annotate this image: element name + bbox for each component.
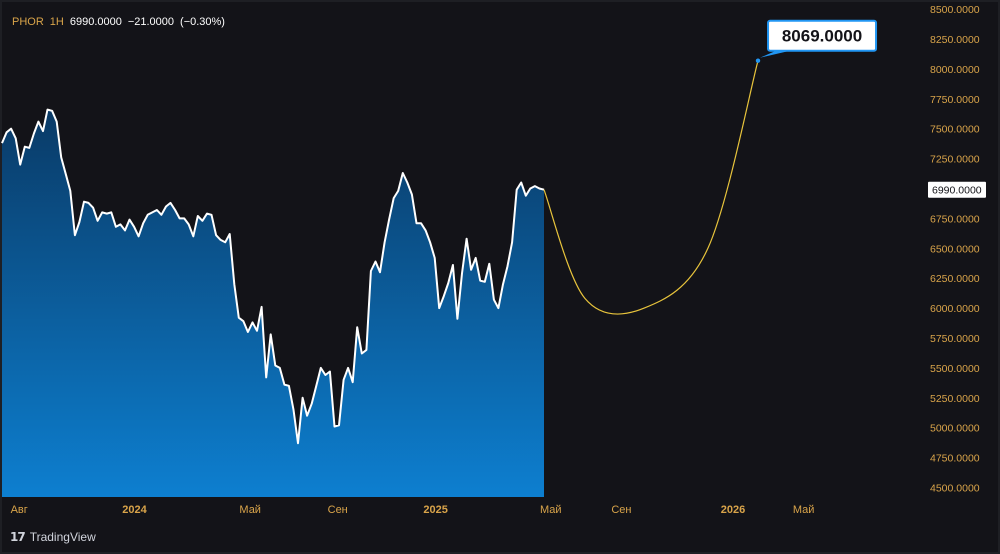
price-chart[interactable]: 8069.0000 8500.0000 8250.0000 8000.0000 775… [0, 0, 1000, 554]
y-tick-label: 8000.0000 [930, 64, 980, 76]
x-tick-label: Сен [328, 504, 348, 516]
brand-name: TradingView [29, 530, 96, 544]
x-tick-label: 2025 [423, 504, 447, 516]
x-tick-label: Май [793, 504, 815, 516]
last-price: 6990.0000 [69, 16, 122, 28]
y-tick-label: 7750.0000 [930, 94, 980, 106]
y-tick-label: 4750.0000 [930, 453, 980, 465]
x-tick-label: Авг [11, 504, 28, 516]
x-tick-label: 2026 [721, 504, 745, 516]
y-tick-label: 6750.0000 [930, 213, 980, 225]
x-tick-label: Май [239, 504, 261, 516]
y-tick-label: 6250.0000 [930, 273, 980, 285]
y-tick-label: 7250.0000 [930, 154, 980, 166]
y-tick-label: 5250.0000 [930, 393, 980, 405]
y-tick-label: 6500.0000 [930, 243, 980, 255]
y-tick-label: 5750.0000 [930, 333, 980, 345]
symbol-label[interactable]: PHOR [12, 16, 44, 28]
target-price-label: 8069.0000 [782, 27, 862, 46]
price-change: −21.0000 [127, 16, 175, 28]
interval-label[interactable]: 1H [50, 16, 64, 28]
y-tick-label: 4500.0000 [930, 482, 980, 494]
y-tick-label: 7500.0000 [930, 124, 980, 136]
tradingview-icon: 17 [10, 530, 26, 544]
chart-header: PHOR 1H 6990.0000 −21.0000 (−0.30%) [12, 16, 231, 28]
current-price-label: 6990.0000 [932, 185, 982, 197]
y-tick-label: 5500.0000 [930, 363, 980, 375]
y-tick-label: 6000.0000 [930, 303, 980, 315]
chart-frame: 8069.0000 8500.0000 8250.0000 8000.0000 775… [0, 0, 1000, 554]
tradingview-logo[interactable]: 17 TradingView [10, 530, 96, 544]
x-tick-label: Сен [611, 504, 631, 516]
y-tick-label: 8250.0000 [930, 34, 980, 46]
price-change-percent: (−0.30%) [180, 16, 225, 28]
target-point[interactable] [755, 58, 761, 63]
x-tick-label: 2024 [122, 504, 147, 516]
y-tick-label: 8500.0000 [930, 4, 980, 16]
x-tick-label: Май [540, 504, 562, 516]
y-tick-label: 5000.0000 [930, 423, 980, 435]
